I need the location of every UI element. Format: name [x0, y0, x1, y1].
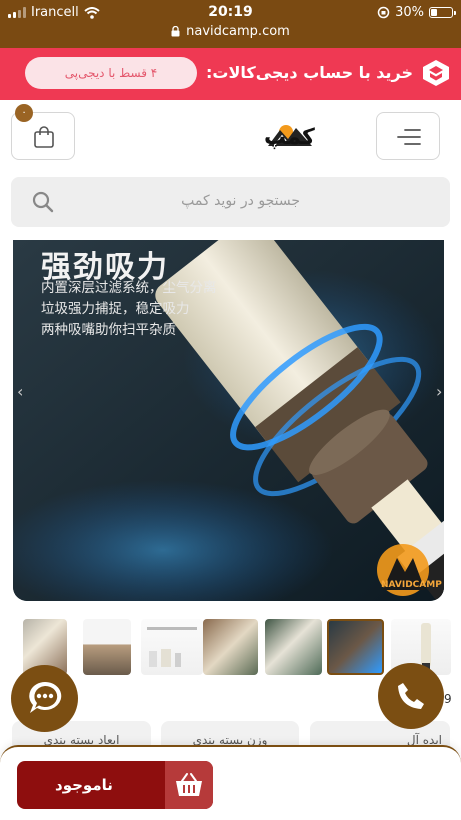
- basket-icon: [176, 773, 202, 796]
- gallery-next-arrow[interactable]: ›: [436, 382, 442, 401]
- promo-text: خرید با حساب دیجی‌کالات:: [206, 63, 413, 82]
- unavailable-label: ناموجود: [55, 776, 113, 794]
- call-button[interactable]: [378, 663, 444, 729]
- product-image-main[interactable]: 强劲吸力 内置深层过滤系统，尘气分离 垃圾强力捕捉，稳定吸力 两种吸嘴助你扫平杂…: [13, 240, 444, 601]
- gallery-caption-line: 两种吸嘴助你扫平杂质: [41, 322, 176, 338]
- battery-icon: [429, 7, 456, 18]
- thumbnail-4[interactable]: [203, 619, 258, 675]
- chat-button[interactable]: [11, 665, 78, 732]
- digipay-logo-icon: [423, 60, 449, 86]
- basket-icon-container: [165, 761, 213, 809]
- unavailable-button[interactable]: ناموجود: [17, 761, 213, 809]
- battery-group: 30%: [377, 5, 456, 20]
- battery-fill: [431, 9, 437, 16]
- digikala-promo-bar[interactable]: خرید با حساب دیجی‌کالات: ۴ قسط با دیجی‌پ…: [0, 48, 461, 100]
- url-text: navidcamp.com: [186, 24, 290, 39]
- hamburger-menu-icon: [397, 129, 421, 145]
- chat-bubble-icon: [29, 681, 62, 713]
- thumbnail-strip: [13, 619, 453, 677]
- thumbnail-6-active[interactable]: [327, 619, 384, 675]
- thumbnail-5[interactable]: [265, 619, 322, 675]
- status-bar: Irancell 20:19 30% navidcamp.com: [0, 0, 461, 48]
- search-icon[interactable]: [31, 190, 55, 214]
- spec-overflow-char: 9: [444, 692, 452, 706]
- lock-icon: [171, 26, 180, 37]
- gallery-prev-arrow[interactable]: ‹: [17, 382, 23, 401]
- thumbnail-2[interactable]: [83, 619, 131, 675]
- gallery-caption: 内置深层过滤系统，尘气分离 垃圾强力捕捉，稳定吸力 两种吸嘴助你扫平杂质: [41, 278, 217, 341]
- orientation-lock-icon: [377, 6, 390, 19]
- navidcamp-logo-mark: نویدکمپ: [264, 125, 358, 150]
- search-input[interactable]: جستجو در نوید کمپ: [11, 177, 450, 227]
- site-logo[interactable]: نویدکمپ: [146, 114, 358, 156]
- gallery-brand-watermark: NAVIDCAMP: [381, 580, 442, 590]
- phone-icon: [398, 683, 424, 709]
- menu-button[interactable]: [376, 112, 440, 160]
- thumbnail-3[interactable]: [141, 619, 203, 675]
- battery-percent: 30%: [395, 5, 424, 20]
- cart-count-badge: ۰: [15, 104, 33, 122]
- thumbnail-3-art: [147, 627, 197, 667]
- gallery-caption-line: 内置深层过滤系统，尘气分离: [41, 280, 217, 296]
- gallery-caption-line: 垃圾强力捕捉，稳定吸力: [41, 301, 190, 317]
- installment-button[interactable]: ۴ قسط با دیجی‌پی: [25, 57, 197, 89]
- search-placeholder: جستجو در نوید کمپ: [181, 193, 300, 209]
- address-bar[interactable]: navidcamp.com: [0, 24, 461, 39]
- shopping-bag-icon: [34, 126, 54, 148]
- logo-text: نویدکمپ: [264, 125, 316, 150]
